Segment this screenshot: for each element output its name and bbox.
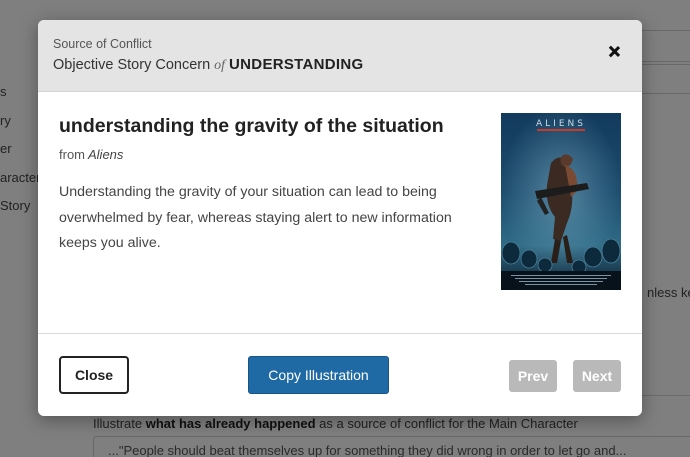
modal-header: Source of Conflict Objective Story Conce… (38, 20, 642, 92)
modal-footer: Close Copy Illustration Prev Next (38, 334, 642, 416)
illustration-modal: Source of Conflict Objective Story Conce… (38, 20, 642, 416)
title-prefix: Objective Story Concern (53, 57, 211, 73)
illustration-title: understanding the gravity of the situati… (59, 115, 444, 137)
prev-button[interactable]: Prev (509, 360, 557, 392)
close-button[interactable]: Close (59, 356, 129, 394)
copy-illustration-button[interactable]: Copy Illustration (248, 356, 389, 394)
modal-subtitle: Source of Conflict (53, 37, 152, 51)
illustration-description: Understanding the gravity of your situat… (59, 184, 452, 251)
source-line: from Aliens (59, 147, 123, 162)
close-icon[interactable] (606, 44, 622, 60)
story-title: Aliens (88, 147, 124, 162)
movie-poster: ALIENS (501, 113, 621, 290)
modal-body: understanding the gravity of the situati… (38, 93, 642, 333)
modal-title: Objective Story Concern of UNDERSTANDING (53, 56, 364, 74)
next-button[interactable]: Next (573, 360, 621, 392)
concern-name: UNDERSTANDING (229, 56, 364, 73)
poster-logo: ALIENS (536, 119, 586, 129)
from-label: from (59, 147, 85, 162)
title-of: of (214, 58, 226, 73)
